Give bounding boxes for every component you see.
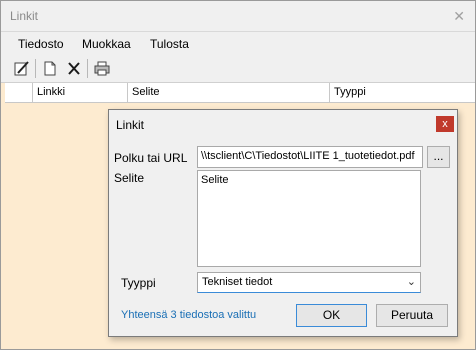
dialog-close-button[interactable]: x — [436, 116, 454, 132]
path-label: Polku tai URL — [114, 151, 188, 165]
description-field[interactable]: Selite — [197, 170, 421, 267]
toolbar-separator — [35, 59, 36, 78]
ok-button[interactable]: OK — [296, 304, 367, 327]
new-document-icon[interactable] — [41, 60, 59, 77]
toolbar — [1, 55, 475, 83]
browse-button[interactable]: ... — [427, 146, 450, 168]
print-icon[interactable] — [93, 60, 111, 77]
column-header-selite[interactable]: Selite — [127, 83, 329, 102]
column-header-linkki[interactable]: Linkki — [32, 83, 127, 102]
window-close-button[interactable]: ✕ — [453, 8, 465, 25]
link-dialog: Linkit x Polku tai URL \\tsclient\C\Tied… — [108, 109, 458, 337]
type-select[interactable]: Tekniset tiedot ⌄ — [197, 272, 421, 293]
menu-tiedosto[interactable]: Tiedosto — [18, 37, 64, 51]
title-bar: Linkit ✕ — [1, 1, 475, 32]
delete-icon[interactable] — [65, 60, 83, 77]
grid-header: Linkki Selite Tyyppi — [5, 83, 475, 103]
chevron-down-icon: ⌄ — [406, 276, 416, 288]
menu-muokkaa[interactable]: Muokkaa — [82, 37, 131, 51]
cancel-button[interactable]: Peruuta — [376, 304, 448, 327]
menu-tulosta[interactable]: Tulosta — [150, 37, 189, 51]
type-label: Tyyppi — [121, 276, 156, 290]
path-field[interactable]: \\tsclient\C\Tiedostot\LIITE 1_tuotetied… — [197, 146, 423, 168]
column-header-tyyppi[interactable]: Tyyppi — [329, 83, 475, 102]
edit-icon[interactable] — [13, 60, 31, 77]
type-select-value: Tekniset tiedot — [202, 276, 273, 288]
dialog-title: Linkit — [116, 118, 145, 132]
window-title: Linkit — [10, 9, 39, 23]
selection-status: Yhteensä 3 tiedostoa valittu — [121, 309, 257, 321]
description-label: Selite — [114, 171, 145, 185]
toolbar-separator — [87, 59, 88, 78]
menu-bar: Tiedosto Muokkaa Tulosta — [1, 32, 475, 55]
